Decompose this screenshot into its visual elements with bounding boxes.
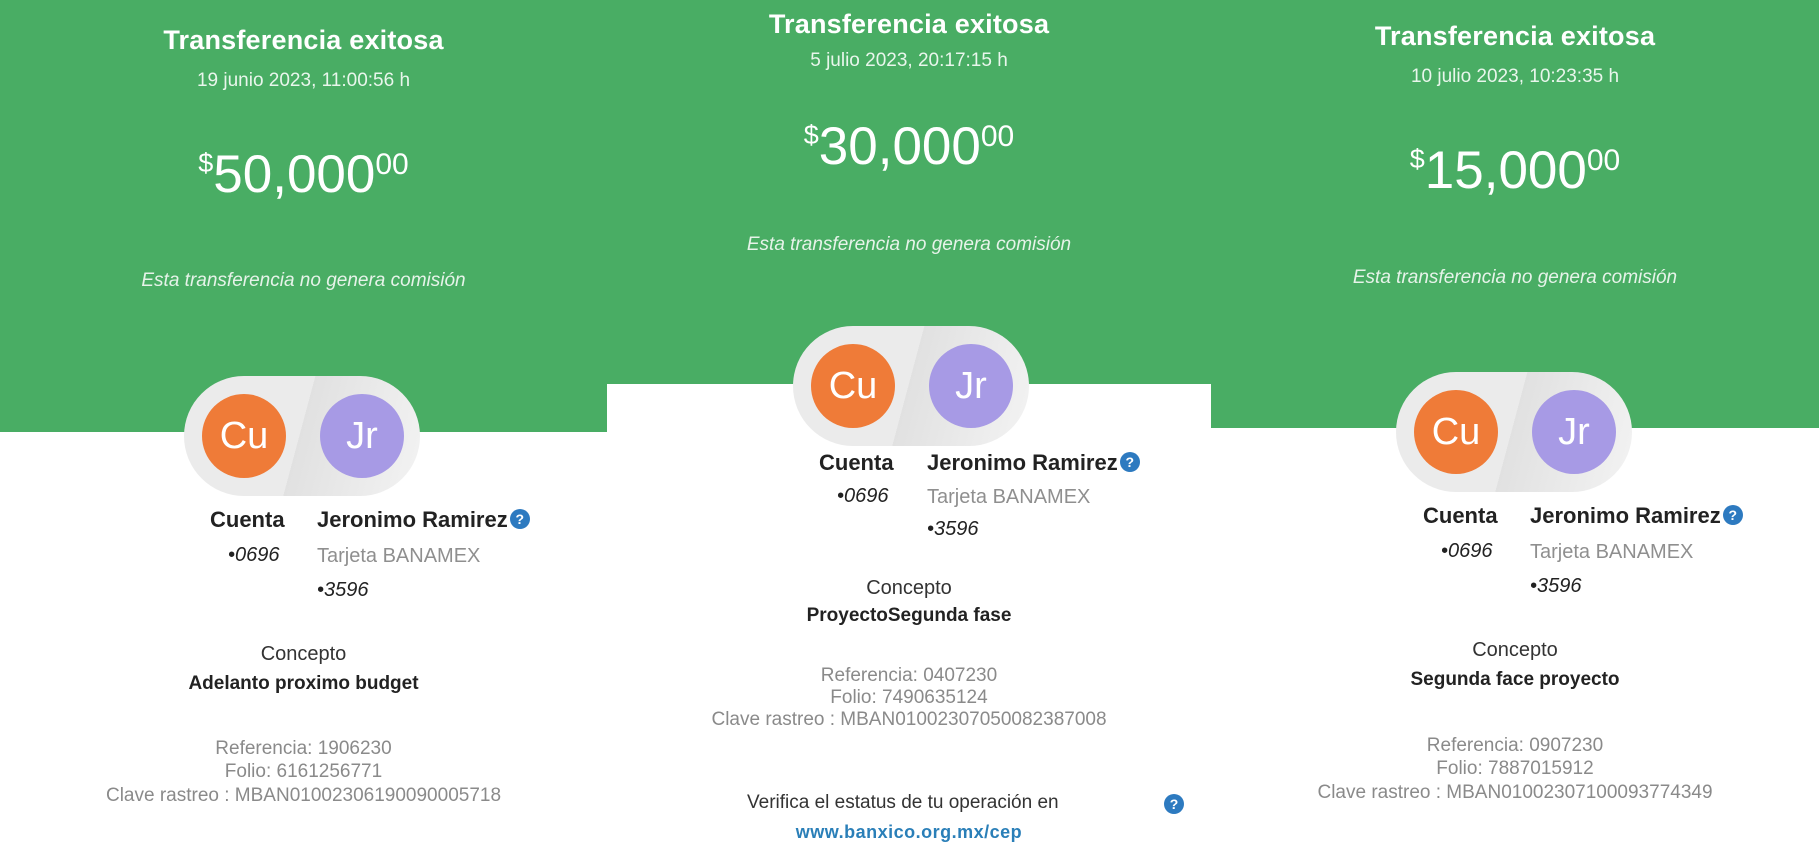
- receipt-title: Transferencia exitosa: [1374, 21, 1656, 51]
- currency-symbol: $: [1409, 144, 1425, 174]
- origin-label: Cuenta: [210, 507, 285, 532]
- origin-avatar: Cu: [1414, 390, 1498, 474]
- fee-note: Esta transferencia no genera comisión: [1352, 267, 1678, 288]
- clave-rastreo: Clave rastreo : MBAN01002306190090005718: [105, 785, 502, 806]
- receipt-title: Transferencia exitosa: [768, 9, 1050, 39]
- receipt-datetime: 10 julio 2023, 10:23:35 h: [1410, 66, 1620, 87]
- concepto-value: Adelanto proximo budget: [188, 673, 419, 694]
- help-icon[interactable]: ?: [509, 509, 530, 530]
- destination-avatar: Jr: [1532, 390, 1616, 474]
- origin-avatar: Cu: [202, 394, 286, 478]
- destination-name-row: Jeronimo Ramirez?: [1530, 503, 1743, 529]
- amount-cents: 00: [980, 120, 1015, 153]
- destination-bank: Tarjeta BANAMEX: [927, 486, 1091, 508]
- concepto-label: Concepto: [1472, 639, 1558, 661]
- help-icon[interactable]: ?: [1119, 452, 1140, 473]
- verify-text: Verifica el estatus de tu operación en: [747, 792, 1059, 813]
- destination-avatar: Jr: [320, 394, 404, 478]
- amount-cents: 00: [1586, 144, 1621, 177]
- account-avatars-pill: Cu Jr: [184, 376, 420, 496]
- amount-main: 30,000: [818, 117, 981, 176]
- receipt-panel-1: Transferencia exitosa 19 junio 2023, 11:…: [0, 0, 607, 856]
- currency-symbol: $: [198, 148, 214, 178]
- destination-name-row: Jeronimo Ramirez?: [317, 507, 530, 533]
- destination-account: •3596: [927, 518, 979, 540]
- origin-label: Cuenta: [1423, 503, 1498, 528]
- origin-avatar: Cu: [811, 344, 895, 428]
- concepto-value: ProyectoSegunda fase: [806, 605, 1012, 626]
- referencia: Referencia: 0907230: [1426, 735, 1604, 756]
- header-banner: [1211, 0, 1819, 428]
- help-icon[interactable]: ?: [1722, 505, 1743, 526]
- concepto-label: Concepto: [260, 643, 347, 665]
- amount: $50,00000: [0, 148, 607, 201]
- amount-main: 15,000: [1424, 141, 1587, 200]
- destination-account: •3596: [317, 579, 369, 601]
- fee-note: Esta transferencia no genera comisión: [746, 234, 1072, 255]
- destination-name: Jeronimo Ramirez: [927, 450, 1118, 475]
- fee-note: Esta transferencia no genera comisión: [141, 270, 466, 291]
- destination-bank: Tarjeta BANAMEX: [1530, 541, 1694, 563]
- folio: Folio: 7887015912: [1436, 758, 1594, 779]
- folio: Folio: 7490635124: [830, 687, 988, 708]
- referencia: Referencia: 1906230: [215, 738, 392, 759]
- origin-account: •0696: [837, 485, 889, 507]
- clave-rastreo: Clave rastreo : MBAN01002307100093774349: [1317, 782, 1713, 803]
- currency-symbol: $: [803, 120, 819, 150]
- clave-rastreo: Clave rastreo : MBAN01002307050082387008: [711, 709, 1107, 730]
- receipt-panel-2: Transferencia exitosa 5 julio 2023, 20:1…: [607, 0, 1211, 856]
- receipt-datetime: 19 junio 2023, 11:00:56 h: [196, 70, 411, 91]
- amount: $15,00000: [1211, 144, 1819, 197]
- header-banner: [0, 0, 607, 432]
- folio: Folio: 6161256771: [224, 761, 383, 782]
- destination-bank: Tarjeta BANAMEX: [317, 545, 481, 567]
- destination-avatar: Jr: [929, 344, 1013, 428]
- destination-account: •3596: [1530, 575, 1582, 597]
- account-avatars-pill: Cu Jr: [793, 326, 1029, 446]
- amount: $30,00000: [607, 120, 1211, 173]
- account-avatars-pill: Cu Jr: [1396, 372, 1632, 492]
- destination-name-row: Jeronimo Ramirez?: [927, 450, 1140, 476]
- receipt-datetime: 5 julio 2023, 20:17:15 h: [810, 50, 1008, 71]
- banxico-cep-link[interactable]: www.banxico.org.mx/cep: [607, 822, 1211, 843]
- origin-account: •0696: [228, 544, 280, 566]
- origin-account: •0696: [1441, 540, 1493, 562]
- destination-name: Jeronimo Ramirez: [317, 507, 508, 532]
- concepto-value: Segunda face proyecto: [1410, 669, 1620, 690]
- receipts-collage: Transferencia exitosa 19 junio 2023, 11:…: [0, 0, 1819, 856]
- origin-label: Cuenta: [819, 450, 894, 475]
- help-icon[interactable]: ?: [1164, 794, 1184, 814]
- amount-cents: 00: [375, 148, 409, 181]
- destination-name: Jeronimo Ramirez: [1530, 503, 1721, 528]
- amount-main: 50,000: [213, 145, 376, 204]
- receipt-title: Transferencia exitosa: [163, 25, 444, 55]
- referencia: Referencia: 0407230: [820, 665, 998, 686]
- concepto-label: Concepto: [866, 577, 952, 599]
- receipt-panel-3: Transferencia exitosa 10 julio 2023, 10:…: [1211, 0, 1819, 856]
